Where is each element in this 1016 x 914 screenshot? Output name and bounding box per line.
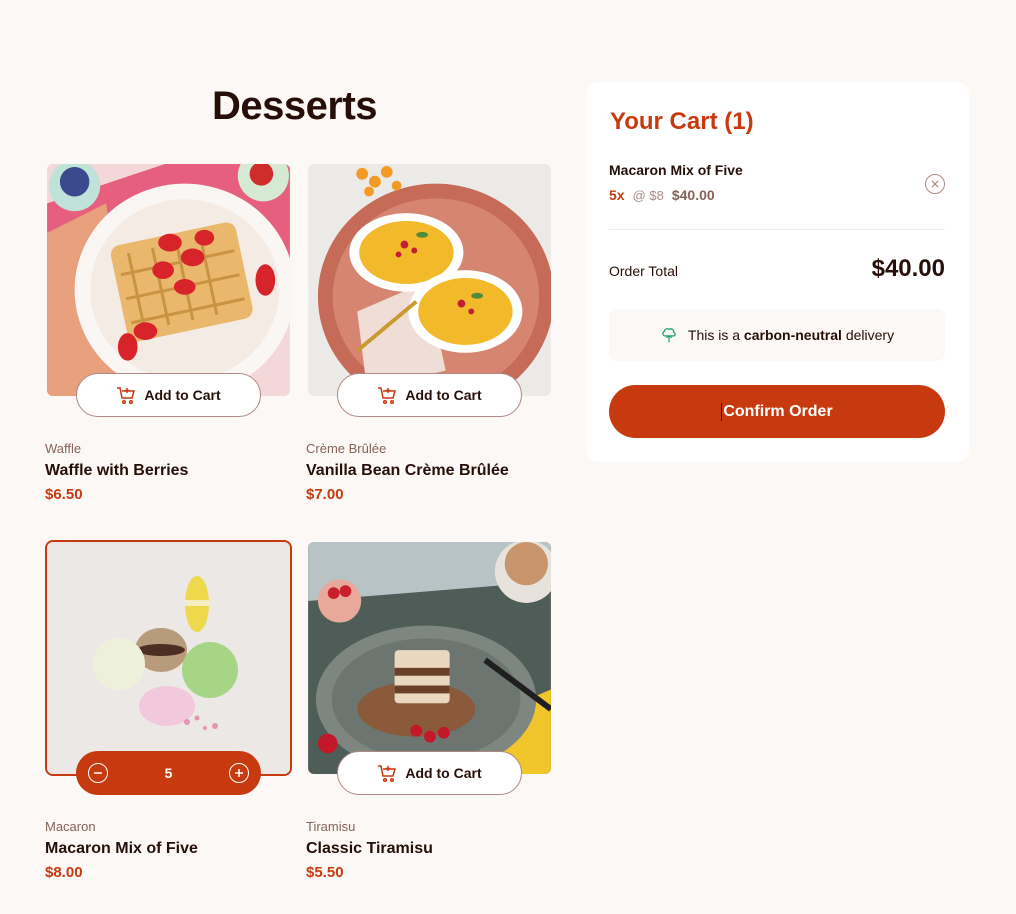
desserts-page: Desserts Add to Cart Waffle Waffle with … <box>0 0 1016 914</box>
product-price: $8.00 <box>45 864 83 881</box>
product-image-tiramisu <box>306 540 553 776</box>
cart-title: Your Cart (1) <box>610 108 754 135</box>
product-meta: Waffle Waffle with Berries $6.50 <box>45 441 292 503</box>
product-name: Waffle with Berries <box>45 462 189 479</box>
cart-panel: Your Cart (1) Macaron Mix of Five 5x @ $… <box>586 82 969 462</box>
product-meta: Crème Brûlée Vanilla Bean Crème Brûlée $… <box>306 441 553 503</box>
cart-item-total: $40.00 <box>671 187 715 203</box>
product-card-macaron: 5 Macaron Macaron Mix of Five $8.00 <box>45 540 292 881</box>
product-card-tiramisu: Add to Cart Tiramisu Classic Tiramisu $5… <box>306 540 553 881</box>
product-meta: Tiramisu Classic Tiramisu $5.50 <box>306 819 553 881</box>
quantity-value: 5 <box>164 765 173 781</box>
cart-item-unit-price: @ $8 <box>632 188 664 203</box>
cart-plus-icon <box>116 385 136 405</box>
product-price: $5.50 <box>306 864 344 881</box>
product-image-waffle <box>45 162 292 398</box>
carbon-bold: carbon-neutral <box>743 327 842 343</box>
tree-icon <box>662 328 676 343</box>
product-card-creme-brulee: Add to Cart Crème Brûlée Vanilla Bean Cr… <box>306 162 553 503</box>
add-to-cart-label: Add to Cart <box>405 387 482 403</box>
product-name: Macaron Mix of Five <box>45 840 198 857</box>
add-to-cart-label: Add to Cart <box>144 387 221 403</box>
creme-brulee-image <box>308 164 551 396</box>
order-total-label: Order Total <box>609 263 678 279</box>
carbon-suffix: delivery <box>845 327 895 343</box>
waffle-image <box>47 164 290 396</box>
cart-plus-icon <box>377 385 397 405</box>
cart-item: Macaron Mix of Five 5x @ $8 $40.00 <box>609 162 945 203</box>
product-name: Classic Tiramisu <box>306 840 433 857</box>
product-card-waffle: Add to Cart Waffle Waffle with Berries $… <box>45 162 292 503</box>
confirm-order-label: Confirm Order <box>723 402 833 420</box>
confirm-order-button[interactable]: Confirm Order <box>609 385 945 438</box>
product-name: Vanilla Bean Crème Brûlée <box>306 462 509 479</box>
quantity-stepper: 5 <box>76 751 261 795</box>
order-total-value: $40.00 <box>871 255 945 282</box>
cart-item-qty: 5x <box>609 187 625 203</box>
product-price: $7.00 <box>306 486 344 503</box>
product-category: Crème Brûlée <box>306 441 387 456</box>
tiramisu-image <box>308 542 551 774</box>
cart-item-name: Macaron Mix of Five <box>609 162 743 178</box>
minus-circle-icon[interactable] <box>88 763 108 783</box>
product-image-creme-brulee <box>306 162 553 398</box>
product-meta: Macaron Macaron Mix of Five $8.00 <box>45 819 292 881</box>
carbon-neutral-note: This is a carbon-neutral delivery <box>609 309 945 361</box>
product-price: $6.50 <box>45 486 83 503</box>
add-to-cart-button[interactable]: Add to Cart <box>76 373 261 417</box>
add-to-cart-button[interactable]: Add to Cart <box>337 751 522 795</box>
remove-item-button[interactable] <box>925 174 945 194</box>
carbon-prefix: This is a <box>687 327 741 343</box>
carbon-note-text: This is a carbon-neutral delivery <box>688 327 894 343</box>
product-image-macaron <box>45 540 292 776</box>
page-title: Desserts <box>212 84 378 128</box>
cart-item-details: 5x @ $8 $40.00 <box>609 187 945 203</box>
add-to-cart-button[interactable]: Add to Cart <box>337 373 522 417</box>
product-category: Macaron <box>45 819 96 834</box>
remove-x-icon <box>931 180 939 188</box>
cart-plus-icon <box>377 763 397 783</box>
plus-circle-icon[interactable] <box>228 763 249 783</box>
macaron-image <box>47 542 290 774</box>
text-cursor <box>721 402 723 421</box>
add-to-cart-label: Add to Cart <box>405 765 482 781</box>
cart-divider <box>609 229 945 230</box>
product-category: Tiramisu <box>306 819 356 834</box>
product-category: Waffle <box>45 441 82 456</box>
